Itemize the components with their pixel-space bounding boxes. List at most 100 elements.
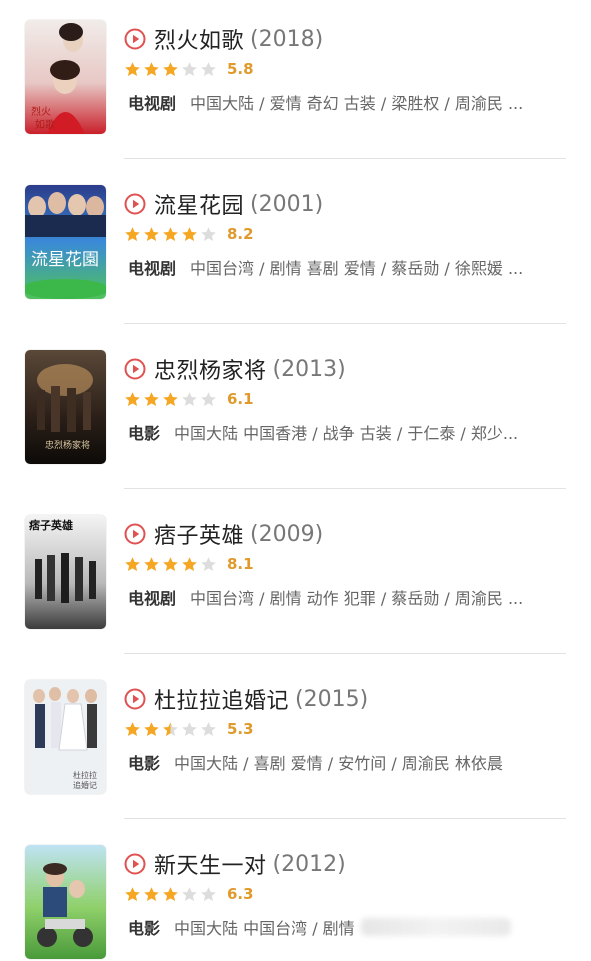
star-icon (125, 226, 140, 241)
title-row[interactable]: 痞子英雄 (2009) (124, 517, 323, 551)
star-icon (201, 721, 216, 736)
movie-title[interactable]: 新天生一对 (154, 848, 267, 880)
star-icon (125, 721, 140, 736)
poster-image[interactable]: 忠烈杨家将 (25, 350, 106, 464)
media-type: 电影 (128, 919, 161, 938)
title-row[interactable]: 忠烈杨家将 (2013) (124, 352, 346, 386)
poster-image[interactable]: 烈火 如歌 (25, 20, 106, 134)
movie-year: (2012) (272, 851, 346, 877)
list-item[interactable]: 烈火 如歌 烈火如歌 (2018) 5.8 电视剧 中国大陆 / 爱情 奇幻 古… (0, 20, 591, 185)
star-icon (201, 886, 216, 901)
media-type: 电影 (128, 424, 161, 443)
media-type: 电视剧 (128, 94, 177, 113)
movie-info: 中国台湾 / 剧情 动作 犯罪 / 蔡岳勋 / 周渝民 ... (190, 589, 524, 608)
poster-image[interactable]: 痞子英雄 (25, 515, 106, 629)
star-rating (124, 886, 217, 903)
star-icon (144, 391, 159, 406)
list-item[interactable]: 新天生一对 (2012) 6.3 电影 中国大陆 中国台湾 / 剧情 (0, 845, 591, 961)
media-type: 电影 (128, 754, 161, 773)
divider (124, 653, 566, 654)
poster-image[interactable]: 流星花園 (25, 185, 106, 299)
play-circle-icon (124, 853, 146, 875)
rating-row: 5.8 (124, 58, 254, 80)
rating-score: 6.1 (227, 390, 254, 408)
star-icon (182, 226, 197, 241)
star-icon (163, 721, 178, 736)
svg-text:如歌: 如歌 (35, 118, 55, 131)
poster-image[interactable]: 杜拉拉 追婚记 (25, 680, 106, 794)
movie-year: (2013) (272, 356, 346, 382)
rating-score: 8.1 (227, 555, 254, 573)
poster-image[interactable] (25, 845, 106, 959)
meta-row: 电视剧 中国大陆 / 爱情 奇幻 古装 / 梁胜权 / 周渝民 ... (128, 88, 568, 116)
media-type: 电视剧 (128, 259, 177, 278)
star-icon (125, 556, 140, 571)
rating-score: 5.3 (227, 720, 254, 738)
divider (124, 158, 566, 159)
rating-row: 6.3 (124, 883, 254, 905)
movie-title[interactable]: 烈火如歌 (154, 23, 244, 55)
star-icon (125, 886, 140, 901)
star-rating (124, 61, 217, 78)
star-rating (124, 226, 217, 243)
star-icon (125, 61, 140, 76)
star-icon (182, 886, 197, 901)
star-icon (182, 391, 197, 406)
star-icon (163, 391, 178, 406)
star-icon (144, 886, 159, 901)
star-icon (163, 556, 178, 571)
title-row[interactable]: 新天生一对 (2012) (124, 847, 346, 881)
movie-title[interactable]: 忠烈杨家将 (154, 353, 267, 385)
movie-year: (2015) (295, 686, 369, 712)
star-icon (201, 61, 216, 76)
movie-info: 中国大陆 中国台湾 / 剧情 (174, 919, 355, 938)
star-icon (144, 226, 159, 241)
movie-title[interactable]: 流星花园 (154, 188, 244, 220)
list-item[interactable]: 流星花園 流星花园 (2001) 8.2 电视剧 中国台湾 / 剧情 喜剧 爱情… (0, 185, 591, 350)
meta-row: 电影 中国大陆 中国台湾 / 剧情 (128, 913, 568, 941)
star-rating (124, 721, 217, 738)
divider (124, 488, 566, 489)
rating-row: 5.3 (124, 718, 254, 740)
rating-row: 6.1 (124, 388, 254, 410)
movie-info: 中国大陆 / 喜剧 爱情 / 安竹间 / 周渝民 林依晨 (174, 754, 503, 773)
title-row[interactable]: 杜拉拉追婚记 (2015) (124, 682, 368, 716)
svg-text:流星花園: 流星花園 (31, 250, 99, 270)
movie-info: 中国台湾 / 剧情 喜剧 爱情 / 蔡岳勋 / 徐熙媛 ... (190, 259, 524, 278)
movie-title[interactable]: 杜拉拉追婚记 (154, 683, 289, 715)
star-icon (144, 556, 159, 571)
blurred-text (360, 918, 511, 936)
star-icon (144, 721, 159, 736)
movie-year: (2001) (250, 191, 324, 217)
rating-score: 8.2 (227, 225, 254, 243)
svg-text:烈火: 烈火 (31, 106, 51, 118)
list-item[interactable]: 杜拉拉 追婚记 杜拉拉追婚记 (2015) 5.3 电影 中国大陆 / 喜剧 爱… (0, 680, 591, 845)
movie-title[interactable]: 痞子英雄 (154, 518, 244, 550)
meta-row: 电视剧 中国台湾 / 剧情 动作 犯罪 / 蔡岳勋 / 周渝民 ... (128, 583, 568, 611)
movie-info: 中国大陆 / 爱情 奇幻 古装 / 梁胜权 / 周渝民 ... (190, 94, 524, 113)
star-icon (163, 886, 178, 901)
meta-row: 电影 中国大陆 / 喜剧 爱情 / 安竹间 / 周渝民 林依晨 (128, 748, 568, 776)
title-row[interactable]: 烈火如歌 (2018) (124, 22, 323, 56)
star-icon (144, 61, 159, 76)
star-icon (182, 61, 197, 76)
movie-year: (2018) (250, 26, 324, 52)
star-icon (201, 556, 216, 571)
meta-row: 电影 中国大陆 中国香港 / 战争 古装 / 于仁泰 / 郑少... (128, 418, 568, 446)
media-type: 电视剧 (128, 589, 177, 608)
divider (124, 323, 566, 324)
meta-row: 电视剧 中国台湾 / 剧情 喜剧 爱情 / 蔡岳勋 / 徐熙媛 ... (128, 253, 568, 281)
movie-year: (2009) (250, 521, 324, 547)
star-icon (182, 556, 197, 571)
star-icon (163, 61, 178, 76)
rating-score: 6.3 (227, 885, 254, 903)
title-row[interactable]: 流星花园 (2001) (124, 187, 323, 221)
divider (124, 818, 566, 819)
play-circle-icon (124, 28, 146, 50)
rating-score: 5.8 (227, 60, 254, 78)
svg-text:追婚记: 追婚记 (73, 780, 97, 790)
list-item[interactable]: 痞子英雄 痞子英雄 (2009) 8.1 电视剧 中国台湾 / 剧情 动作 犯罪… (0, 515, 591, 680)
list-item[interactable]: 忠烈杨家将 忠烈杨家将 (2013) 6.1 电影 中国大陆 中国香港 / 战争… (0, 350, 591, 515)
star-icon (182, 721, 197, 736)
play-circle-icon (124, 193, 146, 215)
